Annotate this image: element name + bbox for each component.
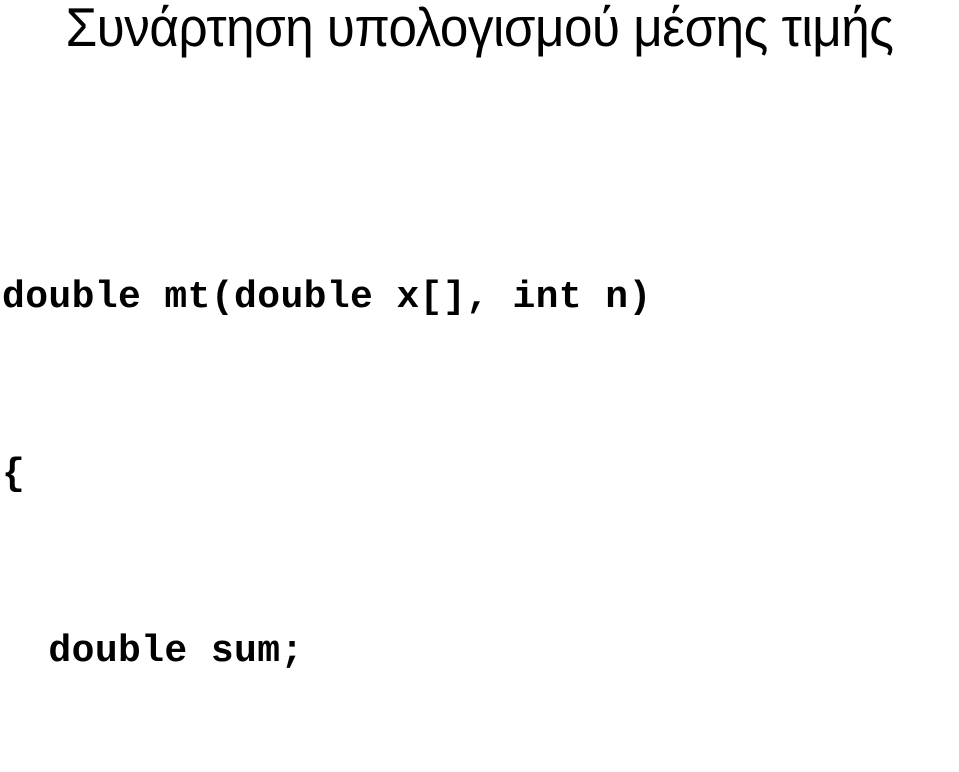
code-line: double mt(double x[], int n) [2, 276, 652, 319]
code-block: double mt(double x[], int n) { double su… [2, 150, 902, 772]
code-line: double sum; [2, 630, 304, 673]
slide-canvas: Συνάρτηση υπολογισμού μέσης τιμής double… [0, 0, 959, 772]
page-title: Συνάρτηση υπολογισμού μέσης τιμής [65, 0, 894, 58]
code-line: { [2, 453, 26, 496]
